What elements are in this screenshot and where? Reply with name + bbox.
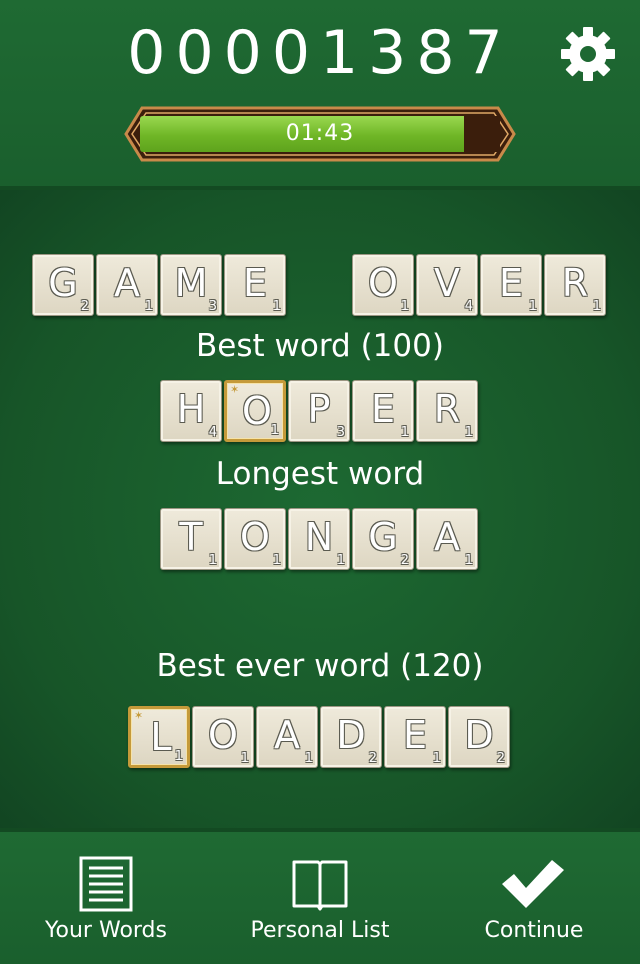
best-word-tile: O 1 ✶ [224,380,286,442]
your-words-label: Your Words [45,918,167,943]
checkmark-icon [502,860,564,908]
longest-word-label: Longest word [215,456,425,492]
timer-text: 01:43 [285,121,355,146]
longest-word-tile: O1 [224,508,286,570]
over-title-tile: E1 [480,254,542,316]
tile-points: 1 [240,751,249,766]
open-book-icon [292,860,348,911]
tile-points: 1 [400,299,409,314]
tile-points: 2 [400,553,409,568]
timer-bar: 01:43 [124,106,516,162]
tile-points: 1 [336,553,345,568]
tile-points: 4 [208,425,217,440]
personal-list-label: Personal List [250,918,390,943]
tile-points: 2 [80,299,89,314]
best-word-tile: E1 [352,380,414,442]
best-ever-word-tile: E1 [384,706,446,768]
tile-points: 1 [304,751,313,766]
tile-points: 1 [464,553,473,568]
best-ever-word-tile: O1 [192,706,254,768]
game-title-tile: G2 [32,254,94,316]
continue-label: Continue [484,918,584,943]
score-display: 00001387 [127,18,513,88]
longest-word-tile: N1 [288,508,350,570]
best-ever-word-tile: D2 [448,706,510,768]
best-ever-word-label: Best ever word (120) [156,648,484,684]
tile-points: 1 [270,423,279,438]
tile-points: 2 [368,751,377,766]
tile-points: 4 [464,299,473,314]
timer-track: 01:43 [140,116,500,152]
tile-points: 1 [272,553,281,568]
longest-word-tile: A1 [416,508,478,570]
tile-points: 1 [144,299,153,314]
top-bar: 00001387 01:43 [0,0,640,190]
continue-button[interactable]: Continue [460,832,608,964]
longest-word-tile: G2 [352,508,414,570]
tile-points: 1 [400,425,409,440]
bonus-star-icon: ✶ [134,709,144,722]
tile-points: 3 [336,425,345,440]
best-ever-word-tile: A1 [256,706,318,768]
best-ever-word-tile: L 1 ✶ [128,706,190,768]
tile-points: 1 [592,299,601,314]
tile-points: 1 [464,425,473,440]
over-title-tile: O1 [352,254,414,316]
tile-points: 1 [174,749,183,764]
best-word-tile: P3 [288,380,350,442]
list-document-icon [79,856,133,912]
over-title-tile: R1 [544,254,606,316]
tile-points: 1 [208,553,217,568]
tile-points: 3 [208,299,217,314]
gear-icon[interactable] [558,24,618,84]
bonus-star-icon: ✶ [230,383,240,396]
best-word-tile: R1 [416,380,478,442]
your-words-button[interactable]: Your Words [20,832,192,964]
personal-list-button[interactable]: Personal List [230,832,410,964]
tile-points: 1 [432,751,441,766]
tile-points: 1 [272,299,281,314]
game-title-tile: A1 [96,254,158,316]
over-title-tile: V4 [416,254,478,316]
tile-points: 1 [528,299,537,314]
tile-points: 2 [496,751,505,766]
longest-word-tile: T1 [160,508,222,570]
game-title-tile: E1 [224,254,286,316]
game-title-tile: M3 [160,254,222,316]
bottom-nav: Your Words Personal List Continue [0,828,640,964]
best-word-label: Best word (100) [196,328,444,364]
best-word-tile: H4 [160,380,222,442]
best-ever-word-tile: D2 [320,706,382,768]
